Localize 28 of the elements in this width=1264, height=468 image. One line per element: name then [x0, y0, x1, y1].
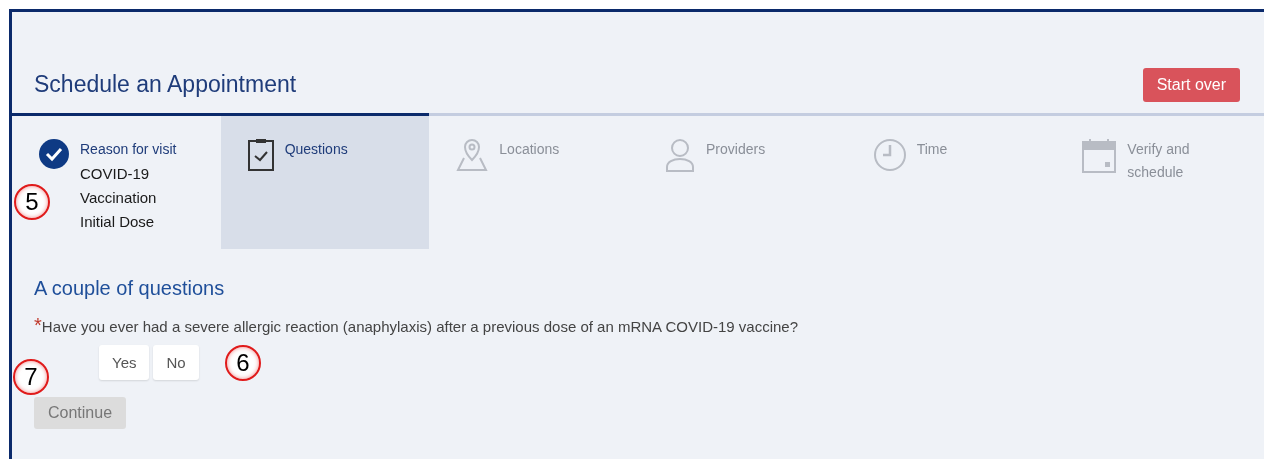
step-tab[interactable]: Time: [846, 116, 1056, 249]
answer-button[interactable]: Yes: [99, 345, 150, 380]
step-tab[interactable]: Questions: [220, 116, 430, 249]
step-tab[interactable]: Providers: [638, 116, 847, 249]
step-label: Providers: [706, 140, 766, 159]
person-icon: [664, 138, 696, 172]
callout-marker: 5: [14, 184, 50, 220]
calendar-icon: [1081, 138, 1118, 174]
check-circle-icon: [38, 138, 70, 170]
question-text: *Have you ever had a severe allergic reaction (anaphylaxis) after a previous dose of an mRNA COVID-19 vaccine?: [34, 314, 799, 337]
callout-marker: 7: [13, 359, 49, 395]
clipboard-icon: [246, 138, 275, 172]
step-label: Time: [916, 140, 948, 159]
step-tab[interactable]: Reason for visit COVID-19 Vaccination Initial Dose 5: [12, 116, 221, 249]
step-label: Verify and schedule: [1127, 140, 1191, 182]
step-tab[interactable]: Locations: [429, 116, 638, 249]
page-title: Schedule an Appointment: [34, 71, 297, 98]
step-tab[interactable]: Verify and schedule: [1055, 116, 1264, 249]
step-label: Questions: [284, 140, 348, 159]
step-detail: COVID-19 Vaccination Initial Dose: [80, 164, 158, 232]
step-label: Locations: [499, 140, 560, 159]
map-pin-icon: [455, 138, 490, 172]
callout-marker: 6: [225, 345, 261, 381]
section-title: A couple of questions: [34, 277, 226, 300]
step-label: Reason for visit: [80, 140, 178, 159]
start-over-button[interactable]: Start over: [1142, 67, 1240, 102]
clock-icon: [872, 138, 907, 172]
answer-button[interactable]: No: [153, 345, 199, 380]
